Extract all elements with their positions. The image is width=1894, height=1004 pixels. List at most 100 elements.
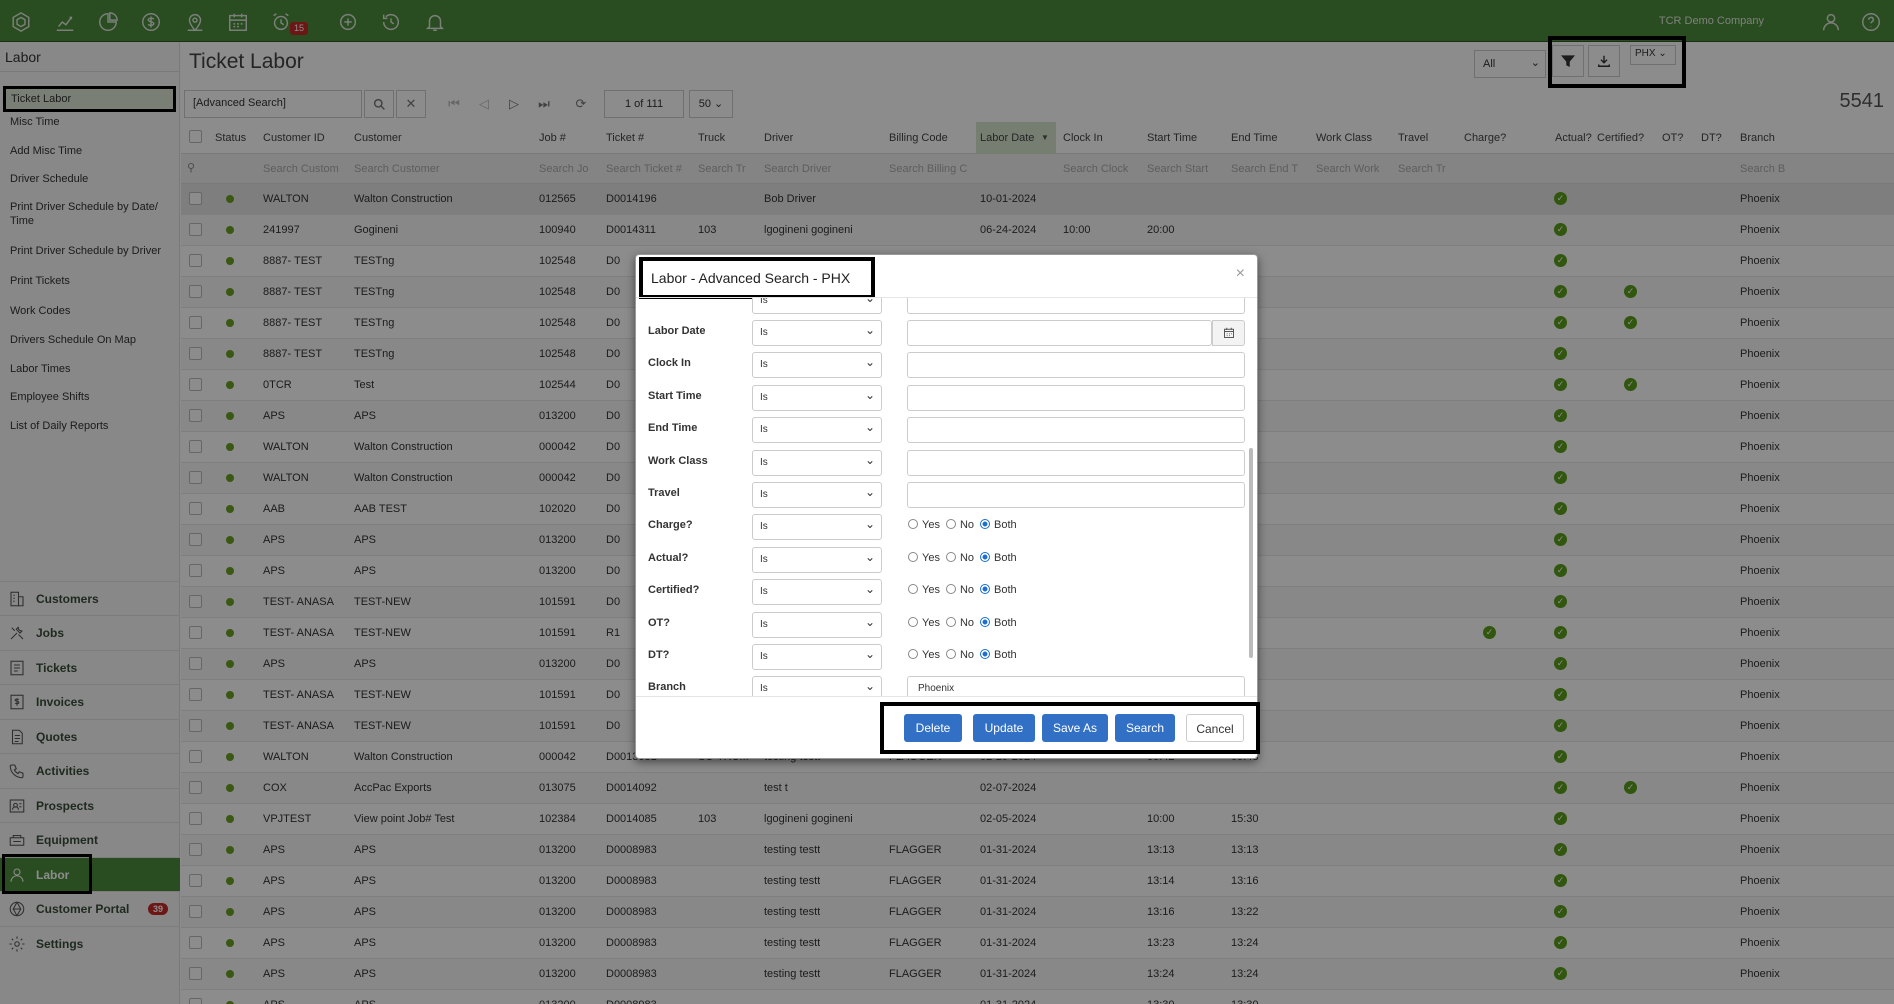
radio-option-both[interactable]: Both: [980, 584, 1017, 596]
operator-select[interactable]: Is: [752, 320, 882, 346]
radio-label: Both: [994, 552, 1017, 564]
filter-row: Clock In Is: [636, 348, 1246, 380]
radio-option-both[interactable]: Both: [980, 649, 1017, 661]
filter-label: Start Time: [648, 390, 702, 402]
radio-label: No: [959, 617, 975, 629]
radio-label: No: [959, 584, 975, 596]
radio-button[interactable]: [908, 584, 918, 594]
radio-option-yes[interactable]: Yes: [908, 649, 940, 661]
radio-option-both[interactable]: Both: [980, 552, 1017, 564]
radio-button[interactable]: [980, 552, 991, 562]
radio-button[interactable]: [908, 519, 918, 529]
operator-select[interactable]: Is: [752, 352, 882, 378]
radio-button[interactable]: [908, 617, 918, 627]
value-input[interactable]: Phoenix: [907, 676, 1245, 696]
radio-label: Both: [994, 584, 1017, 596]
radio-option-both[interactable]: Both: [980, 617, 1017, 629]
radio-button[interactable]: [945, 552, 956, 562]
radio-button[interactable]: [945, 617, 956, 627]
radio-button[interactable]: [945, 649, 956, 659]
filter-row: Travel Is: [636, 478, 1246, 510]
advanced-search-modal: Labor - Advanced Search - PHX × IsLabor …: [635, 254, 1260, 759]
date-input[interactable]: [907, 320, 1212, 346]
filter-row: Start Time Is: [636, 381, 1246, 413]
radio-option-no[interactable]: No: [945, 649, 974, 661]
radio-option-no[interactable]: No: [945, 552, 975, 564]
yes-no-both-radio-group: Yes No Both: [908, 649, 1017, 661]
radio-option-yes[interactable]: Yes: [908, 552, 940, 564]
filter-row: DT? Is Yes No Both: [636, 640, 1246, 672]
filter-row: End Time Is: [636, 413, 1246, 445]
radio-button[interactable]: [980, 584, 991, 594]
radio-option-no[interactable]: No: [945, 617, 975, 629]
operator-select[interactable]: Is: [752, 547, 882, 573]
radio-option-both[interactable]: Both: [980, 519, 1017, 531]
operator-select[interactable]: Is: [752, 482, 882, 508]
value-input[interactable]: [907, 352, 1245, 378]
radio-button[interactable]: [945, 519, 956, 529]
modal-title: Labor - Advanced Search - PHX: [639, 257, 875, 299]
filter-row: Charge? Is Yes No Both: [636, 510, 1246, 542]
radio-option-no[interactable]: No: [945, 584, 975, 596]
save-as-button[interactable]: Save As: [1042, 714, 1108, 742]
yes-no-both-radio-group: Yes No Both: [908, 617, 1017, 629]
yes-no-both-radio-group: Yes No Both: [908, 584, 1017, 596]
filter-label: Work Class: [648, 455, 708, 467]
delete-button[interactable]: Delete: [904, 714, 962, 742]
filter-label: Certified?: [648, 584, 700, 596]
operator-select[interactable]: Is: [752, 450, 882, 476]
filter-label: OT?: [648, 617, 670, 629]
radio-option-yes[interactable]: Yes: [908, 617, 940, 629]
value-input[interactable]: [907, 298, 1245, 314]
modal-close-button[interactable]: ×: [1236, 265, 1245, 283]
radio-option-no[interactable]: No: [945, 519, 975, 531]
radio-button[interactable]: [980, 617, 991, 627]
filter-row: Certified? Is Yes No Both: [636, 575, 1246, 607]
operator-select[interactable]: Is: [752, 514, 882, 540]
radio-option-yes[interactable]: Yes: [908, 519, 940, 531]
radio-button[interactable]: [945, 584, 956, 594]
value-input[interactable]: [907, 482, 1245, 508]
filter-label: Actual?: [648, 552, 689, 564]
modal-body: IsLabor DateIsClock InIsStart TimeIsEnd …: [636, 297, 1257, 697]
radio-button[interactable]: [980, 519, 991, 529]
radio-button[interactable]: [980, 649, 991, 659]
filter-label: Travel: [648, 487, 680, 499]
operator-select[interactable]: Is: [752, 644, 882, 670]
value-input[interactable]: [907, 417, 1245, 443]
operator-select[interactable]: Is: [752, 676, 882, 696]
filter-row: Branch Is Phoenix: [636, 672, 1246, 696]
modal-scrollbar[interactable]: [1249, 448, 1253, 658]
radio-label: Both: [994, 519, 1017, 531]
radio-option-yes[interactable]: Yes: [908, 584, 940, 596]
filter-row: Work Class Is: [636, 446, 1246, 478]
radio-label: Both: [994, 617, 1017, 629]
modal-footer-buttons: Delete Update Save As Search Cancel: [880, 702, 1260, 754]
radio-label: Both: [994, 649, 1017, 661]
filter-row: Is: [636, 298, 1246, 316]
radio-label: No: [959, 552, 975, 564]
calendar-icon: [1223, 327, 1234, 338]
update-button[interactable]: Update: [973, 714, 1035, 742]
radio-label: Yes: [922, 649, 940, 661]
filter-row: OT? Is Yes No Both: [636, 608, 1246, 640]
value-input[interactable]: [907, 385, 1245, 411]
radio-label: No: [959, 519, 975, 531]
operator-select[interactable]: Is: [752, 612, 882, 638]
date-picker-button[interactable]: [1212, 320, 1245, 346]
filter-label: DT?: [648, 649, 670, 661]
radio-button[interactable]: [908, 649, 918, 659]
value-input[interactable]: [907, 450, 1245, 476]
operator-select[interactable]: Is: [752, 417, 882, 443]
operator-select[interactable]: Is: [752, 385, 882, 411]
yes-no-both-radio-group: Yes No Both: [908, 552, 1017, 564]
cancel-button[interactable]: Cancel: [1186, 714, 1244, 742]
search-button[interactable]: Search: [1115, 714, 1175, 742]
filter-label: End Time: [648, 422, 698, 434]
radio-label: Yes: [922, 552, 940, 564]
filter-row: Actual? Is Yes No Both: [636, 543, 1246, 575]
filter-label: Branch: [648, 681, 686, 693]
radio-button[interactable]: [908, 552, 918, 562]
operator-select[interactable]: Is: [752, 579, 882, 605]
operator-select[interactable]: Is: [752, 298, 882, 314]
